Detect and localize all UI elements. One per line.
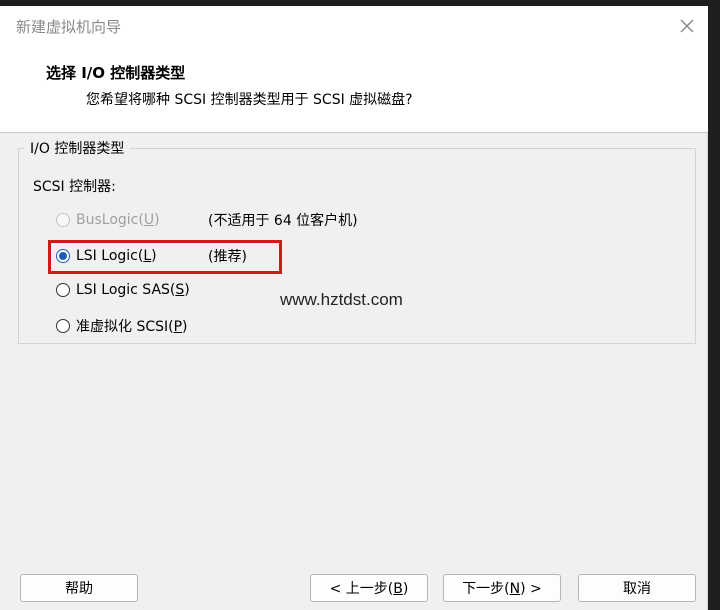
radio-button-disabled: [56, 213, 70, 227]
wizard-header: 选择 I/O 控制器类型 您希望将哪种 SCSI 控制器类型用于 SCSI 虚拟…: [0, 46, 708, 133]
radio-buslogic: BusLogic(U): [56, 208, 160, 232]
page-subtitle: 您希望将哪种 SCSI 控制器类型用于 SCSI 虚拟磁盘?: [86, 92, 413, 108]
radio-label-lsi-logic-sas: LSI Logic SAS(S): [76, 282, 190, 298]
title-bar: 新建虚拟机向导: [0, 6, 708, 46]
window-title: 新建虚拟机向导: [16, 18, 122, 36]
radio-paravirtual-scsi[interactable]: 准虚拟化 SCSI(P): [56, 314, 188, 338]
buslogic-note: (不适用于 64 位客户机): [208, 213, 358, 229]
cancel-button[interactable]: 取消: [578, 574, 696, 602]
radio-button[interactable]: [56, 283, 70, 297]
next-button[interactable]: 下一步(N) >: [443, 574, 561, 602]
help-button-label: 帮助: [65, 581, 93, 597]
watermark-text: www.hztdst.com: [280, 290, 403, 309]
radio-lsi-logic-sas[interactable]: LSI Logic SAS(S): [56, 278, 190, 302]
back-button-label: < 上一步(B): [329, 581, 409, 597]
back-button[interactable]: < 上一步(B): [310, 574, 428, 602]
new-vm-wizard-dialog: 新建虚拟机向导 选择 I/O 控制器类型 您希望将哪种 SCSI 控制器类型用于…: [0, 6, 708, 610]
help-button[interactable]: 帮助: [20, 574, 138, 602]
group-legend: I/O 控制器类型: [24, 138, 131, 158]
close-icon: [680, 19, 694, 33]
close-button[interactable]: [672, 12, 702, 40]
cancel-button-label: 取消: [623, 581, 651, 597]
radio-button[interactable]: [56, 319, 70, 333]
radio-label-paravirtual-scsi: 准虚拟化 SCSI(P): [76, 319, 188, 335]
highlight-rectangle: [48, 240, 282, 274]
next-button-label: 下一步(N) >: [462, 581, 542, 597]
page-title: 选择 I/O 控制器类型: [46, 64, 186, 82]
scsi-controller-label: SCSI 控制器:: [33, 179, 116, 195]
radio-label-buslogic: BusLogic(U): [76, 212, 160, 228]
